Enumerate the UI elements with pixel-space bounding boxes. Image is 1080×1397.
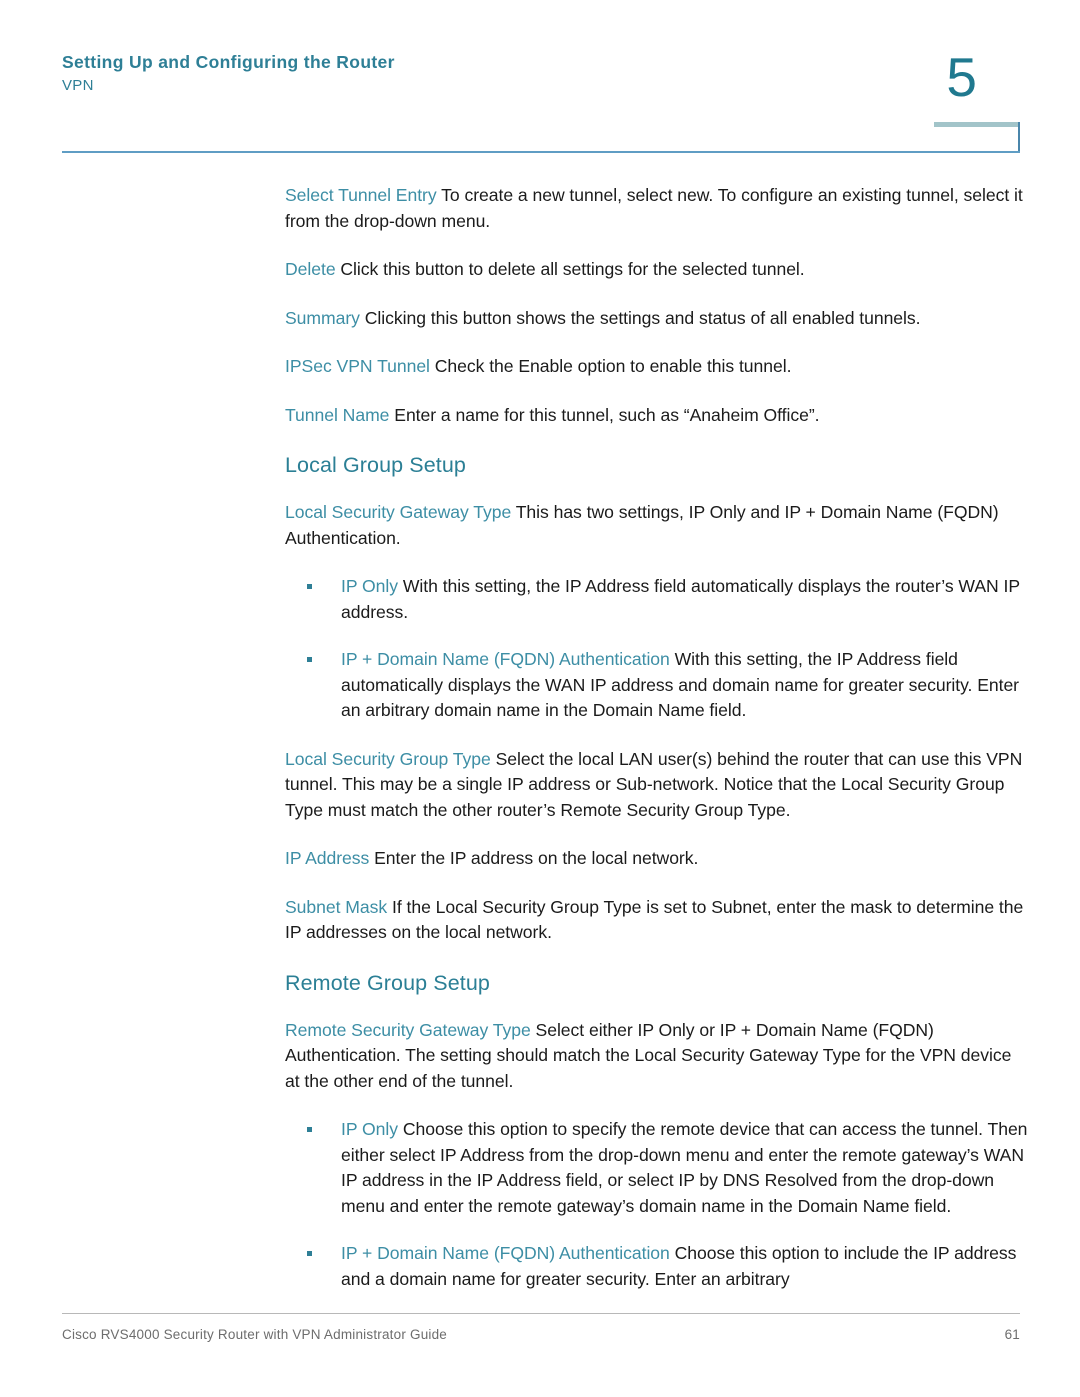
- footer-page-number: 61: [1004, 1327, 1020, 1342]
- header-corner-vertical-rule: [1018, 122, 1020, 152]
- definition-term: IP Only: [341, 576, 399, 596]
- bullet-square-icon: [307, 584, 312, 589]
- header-horizontal-rule: [62, 151, 1020, 153]
- definition-term: Local Security Gateway Type: [285, 502, 512, 522]
- definition-paragraph: IP Address Enter the IP address on the l…: [285, 846, 1030, 872]
- definition-term: IP Address: [285, 848, 370, 868]
- bullet-list-local-gateway-types: IP Only With this setting, the IP Addres…: [285, 574, 1030, 724]
- definition-term: Tunnel Name: [285, 404, 390, 425]
- header-section-title: VPN: [62, 76, 94, 94]
- definition-term: Local Security Group Type: [285, 748, 491, 769]
- definition-paragraph: Summary Clicking this button shows the s…: [285, 306, 1030, 332]
- definition-paragraph: Local Security Gateway Type This has two…: [285, 500, 1030, 551]
- section-heading-remote-group-setup: Remote Group Setup: [285, 970, 490, 995]
- definition-text: With this setting, the IP Address field …: [341, 576, 1020, 622]
- definition-paragraph: Remote Security Gateway Type Select eith…: [285, 1018, 1030, 1095]
- list-item: IP + Domain Name (FQDN) Authentication W…: [285, 647, 1030, 724]
- definition-term: Select Tunnel Entry: [285, 185, 437, 205]
- definition-text: Choose this option to specify the remote…: [341, 1119, 1028, 1216]
- page-body: Select Tunnel Entry To create a new tunn…: [285, 183, 1030, 1315]
- list-item: IP + Domain Name (FQDN) Authentication C…: [285, 1241, 1030, 1292]
- bullet-square-icon: [307, 1127, 312, 1132]
- list-item: IP Only With this setting, the IP Addres…: [285, 574, 1030, 625]
- list-item: IP Only Choose this option to specify th…: [285, 1117, 1030, 1219]
- definition-paragraph: Select Tunnel Entry To create a new tunn…: [285, 183, 1030, 234]
- bullet-square-icon: [307, 657, 312, 662]
- document-page: Setting Up and Configuring the Router VP…: [0, 0, 1080, 1397]
- definition-text: Click this button to delete all settings…: [335, 259, 805, 279]
- definition-term: Summary: [285, 307, 360, 328]
- definition-term: IP + Domain Name (FQDN) Authentication: [341, 1243, 670, 1263]
- definition-paragraph: Local Security Group Type Select the loc…: [285, 747, 1030, 824]
- definition-text: Check the Enable option to enable this t…: [429, 356, 792, 376]
- definition-text: Enter a name for this tunnel, such as “A…: [389, 404, 820, 425]
- definition-paragraph: IPSec VPN Tunnel Check the Enable option…: [285, 354, 1030, 380]
- chapter-number: 5: [946, 46, 977, 108]
- section-heading-local-group-setup: Local Group Setup: [285, 453, 466, 477]
- definition-paragraph: Delete Click this button to delete all s…: [285, 257, 1030, 283]
- footer-divider: [62, 1313, 1020, 1314]
- footer-row: Cisco RVS4000 Security Router with VPN A…: [62, 1327, 1020, 1342]
- header-chapter-title: Setting Up and Configuring the Router: [62, 52, 395, 72]
- definition-text: Enter the IP address on the local networ…: [369, 848, 699, 868]
- definition-text: Clicking this button shows the settings …: [359, 307, 921, 328]
- bullet-square-icon: [307, 1251, 312, 1256]
- bullet-list-remote-gateway-types: IP Only Choose this option to specify th…: [285, 1117, 1030, 1292]
- definition-term: Delete: [285, 259, 336, 279]
- definition-term: IP Only: [341, 1119, 399, 1139]
- page-header: Setting Up and Configuring the Router VP…: [62, 46, 1022, 153]
- definition-paragraph: Tunnel Name Enter a name for this tunnel…: [285, 403, 1030, 429]
- header-accent-bar: [934, 122, 1018, 127]
- definition-term: IPSec VPN Tunnel: [285, 356, 430, 376]
- definition-term: Subnet Mask: [285, 896, 388, 917]
- definition-term: IP + Domain Name (FQDN) Authentication: [341, 649, 670, 669]
- definition-paragraph: Subnet Mask If the Local Security Group …: [285, 895, 1030, 946]
- definition-text: If the Local Security Group Type is set …: [285, 896, 1024, 943]
- definition-term: Remote Security Gateway Type: [285, 1019, 531, 1040]
- page-footer: Cisco RVS4000 Security Router with VPN A…: [62, 1313, 1020, 1342]
- footer-guide-title: Cisco RVS4000 Security Router with VPN A…: [62, 1327, 448, 1342]
